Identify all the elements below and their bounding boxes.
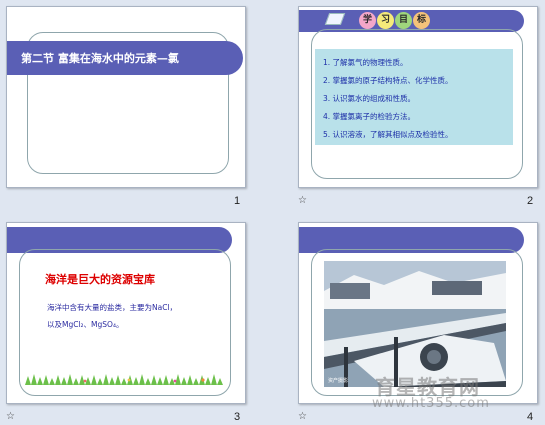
grass-decoration — [25, 374, 223, 385]
badge-char: 目 — [395, 12, 412, 29]
slide-number-4: 4 — [527, 411, 534, 423]
slide-number-3: 3 — [234, 411, 241, 423]
slide-heading: 海洋是巨大的资源宝库 — [45, 273, 155, 286]
star-icon[interactable]: ☆ — [298, 411, 307, 422]
badge-char: 标 — [413, 12, 430, 29]
slide-thumbnail-2[interactable]: 学 习 目 标 1. 了解氯气的物理性质。 2. 掌握氯的原子结构特点、化学性质… — [298, 6, 538, 188]
slide-thumbnail-1[interactable]: 第二节 富集在海水中的元素—氯 — [6, 6, 246, 188]
slide-title: 第二节 富集在海水中的元素—氯 — [21, 52, 179, 65]
objective-item: 4. 掌握氯离子的检验方法。 — [323, 112, 416, 121]
slide-number-1: 1 — [234, 195, 241, 207]
star-icon[interactable]: ☆ — [298, 195, 307, 206]
objective-item: 3. 认识氯水的组成和性质。 — [323, 94, 416, 103]
badge-char: 习 — [377, 12, 394, 29]
photo-caption: 资产摄影 — [328, 378, 349, 384]
salt-conveyor-photo: 资产摄影 — [324, 261, 506, 387]
slide-thumbnail-3[interactable]: 海洋是巨大的资源宝库 海洋中含有大量的盐类，主要为NaCl， 以及MgCl₂、M… — [6, 222, 246, 404]
star-icon[interactable]: ☆ — [6, 411, 15, 422]
objective-item: 5. 认识溶液，了解其相似点及检验性。 — [323, 130, 453, 139]
objectives-box: 1. 了解氯气的物理性质。 2. 掌握氯的原子结构特点、化学性质。 3. 认识氯… — [315, 49, 513, 145]
body-line: 海洋中含有大量的盐类，主要为NaCl， — [47, 303, 178, 312]
slide-number-2: 2 — [527, 195, 534, 207]
badge-char: 学 — [359, 12, 376, 29]
objective-item: 1. 了解氯气的物理性质。 — [323, 58, 408, 67]
conveyor-illustration — [324, 261, 506, 387]
objective-item: 2. 掌握氯的原子结构特点、化学性质。 — [323, 76, 453, 85]
watermark-url: www.ht355.com — [372, 396, 490, 411]
body-line: 以及MgCl₂、MgSO₄。 — [47, 320, 124, 329]
slide-body-text: 海洋中含有大量的盐类，主要为NaCl， 以及MgCl₂、MgSO₄。 — [47, 299, 177, 333]
